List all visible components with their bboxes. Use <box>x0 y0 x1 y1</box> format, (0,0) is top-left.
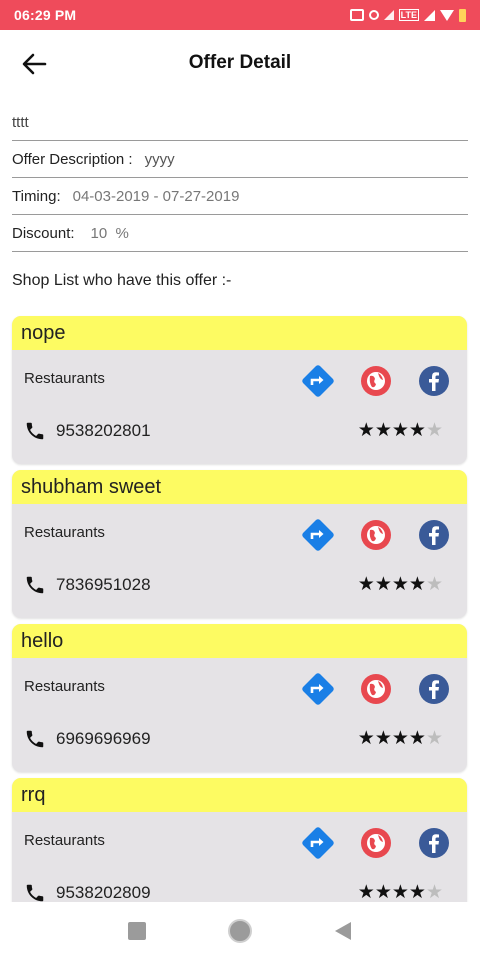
star-filled-icon: ★ <box>391 882 409 902</box>
facebook-icon[interactable] <box>417 518 451 552</box>
shop-category: Restaurants <box>24 370 105 387</box>
shop-category: Restaurants <box>24 524 105 541</box>
status-icons: LTE <box>349 8 466 22</box>
phone-icon <box>26 576 44 594</box>
shop-phone[interactable]: 7836951028 <box>24 574 151 596</box>
directions-icon[interactable] <box>301 672 335 706</box>
offer-timing-value: 04-03-2019 - 07-27-2019 <box>72 187 240 205</box>
star-filled-icon: ★ <box>357 574 375 595</box>
home-button[interactable] <box>227 918 253 944</box>
shop-rating: ★★★★★ <box>358 881 443 902</box>
directions-icon[interactable] <box>301 826 335 860</box>
shop-phone-number: 6969696969 <box>56 729 151 748</box>
shop-name: rrq <box>21 783 46 806</box>
signal-icon <box>383 10 394 20</box>
star-filled-icon: ★ <box>408 728 426 749</box>
offer-discount-value: 10 % <box>90 224 129 242</box>
offer-discount-label: Discount: <box>12 224 75 242</box>
star-empty-icon: ★ <box>425 420 443 441</box>
star-empty-icon: ★ <box>425 574 443 595</box>
star-filled-icon: ★ <box>374 420 392 441</box>
facebook-icon[interactable] <box>417 672 451 706</box>
shop-card[interactable]: rrq Restaurants 9538202809 ★★★★★ <box>12 778 467 902</box>
shop-phone[interactable]: 9538202809 <box>24 882 151 902</box>
vibrate-icon <box>349 9 364 21</box>
shop-actions <box>301 826 451 860</box>
page-title: Offer Detail <box>188 52 292 73</box>
shop-name-header: hello <box>12 624 467 658</box>
star-filled-icon: ★ <box>357 728 375 749</box>
offer-timing-label: Timing: <box>12 187 61 205</box>
shop-actions <box>301 672 451 706</box>
shop-name-header: shubham sweet <box>12 470 467 504</box>
signal-strength-icon <box>424 9 435 21</box>
shop-actions <box>301 364 451 398</box>
system-nav-bar <box>0 902 480 960</box>
wifi-icon <box>440 9 454 21</box>
offer-description-value: yyyy <box>144 150 175 168</box>
facebook-icon[interactable] <box>417 364 451 398</box>
shop-rating: ★★★★★ <box>358 419 443 442</box>
star-filled-icon: ★ <box>391 574 409 595</box>
shop-phone[interactable]: 6969696969 <box>24 728 151 750</box>
globe-icon[interactable] <box>359 518 393 552</box>
offer-description-field: Offer Description : yyyy <box>12 141 468 178</box>
facebook-icon[interactable] <box>417 826 451 860</box>
phone-icon <box>26 730 44 748</box>
shop-rating: ★★★★★ <box>358 573 443 596</box>
globe-icon[interactable] <box>359 364 393 398</box>
shop-list[interactable]: nope Restaurants 9538202801 ★★★★★ shubham sw… <box>0 314 480 902</box>
back-nav-button[interactable] <box>333 921 353 941</box>
shop-phone-number: 7836951028 <box>56 575 151 594</box>
shop-phone-number: 9538202801 <box>56 421 151 440</box>
status-bar: 06:29 PM LTE <box>0 0 480 30</box>
shop-category: Restaurants <box>24 832 105 849</box>
directions-icon[interactable] <box>301 364 335 398</box>
offer-name: tttt <box>12 113 29 131</box>
globe-icon[interactable] <box>359 826 393 860</box>
star-filled-icon: ★ <box>391 420 409 441</box>
star-filled-icon: ★ <box>408 882 426 902</box>
shop-phone-number: 9538202809 <box>56 883 151 902</box>
star-filled-icon: ★ <box>357 882 375 902</box>
shop-name: shubham sweet <box>21 475 162 498</box>
star-filled-icon: ★ <box>408 420 426 441</box>
status-time: 06:29 PM <box>14 7 77 23</box>
shop-card[interactable]: nope Restaurants 9538202801 ★★★★★ <box>12 316 467 464</box>
offer-timing-field: Timing: 04-03-2019 - 07-27-2019 <box>12 178 468 215</box>
app-bar: Offer Detail <box>0 30 480 98</box>
offer-description-label: Offer Description : <box>12 150 133 168</box>
star-filled-icon: ★ <box>391 728 409 749</box>
shop-card[interactable]: shubham sweet Restaurants 7836951028 ★★★★★ <box>12 470 467 618</box>
shop-card[interactable]: hello Restaurants 6969696969 ★★★★★ <box>12 624 467 772</box>
star-empty-icon: ★ <box>425 882 443 902</box>
shop-name: hello <box>21 629 64 652</box>
shop-actions <box>301 518 451 552</box>
recents-button[interactable] <box>127 921 147 941</box>
directions-icon[interactable] <box>301 518 335 552</box>
star-filled-icon: ★ <box>374 574 392 595</box>
star-filled-icon: ★ <box>357 420 375 441</box>
offer-discount-field: Discount: 10 % <box>12 215 468 252</box>
globe-icon[interactable] <box>359 672 393 706</box>
shop-name: nope <box>21 321 66 344</box>
lte-badge: LTE <box>398 9 419 21</box>
shop-list-title: Shop List who have this offer :- <box>12 272 232 289</box>
star-empty-icon: ★ <box>425 728 443 749</box>
shop-category: Restaurants <box>24 678 105 695</box>
phone-icon <box>26 884 44 902</box>
star-filled-icon: ★ <box>374 728 392 749</box>
shop-name-header: rrq <box>12 778 467 812</box>
shop-rating: ★★★★★ <box>358 727 443 750</box>
alarm-icon <box>368 10 379 20</box>
star-filled-icon: ★ <box>374 882 392 902</box>
offer-name-field: tttt <box>12 104 468 141</box>
phone-icon <box>26 422 44 440</box>
battery-icon <box>459 8 466 22</box>
star-filled-icon: ★ <box>408 574 426 595</box>
shop-name-header: nope <box>12 316 467 350</box>
shop-phone[interactable]: 9538202801 <box>24 420 151 442</box>
